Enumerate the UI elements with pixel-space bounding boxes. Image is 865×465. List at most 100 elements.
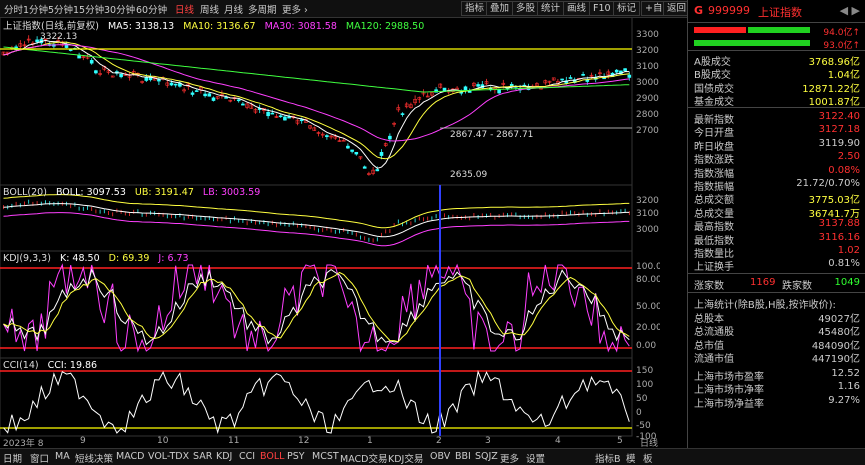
indicator-tab[interactable]: MACD交易	[340, 451, 387, 465]
stats-title: 上海统计(除B股,H股,按诈收价):	[694, 300, 836, 311]
cci-line	[3, 369, 630, 435]
indicator-tab[interactable]: SAR	[193, 451, 212, 462]
cci-value: CCI: 19.86	[47, 360, 98, 371]
period-tab[interactable]: 多周期	[248, 2, 277, 16]
toolbar-button[interactable]: 标记	[613, 1, 641, 16]
quote-row: 总市值 484090亿	[688, 337, 865, 352]
indicator-tab[interactable]: 设置	[526, 451, 545, 465]
date-tick: 2	[436, 436, 442, 446]
candle-body	[560, 78, 564, 81]
quote-row: 总股本 49027亿	[688, 310, 865, 325]
indicator-tab[interactable]: 短线决策	[75, 451, 113, 465]
up-value: 1169	[750, 277, 776, 288]
period-tab[interactable]: 30分钟	[104, 2, 135, 16]
y-tick: 0	[636, 408, 642, 418]
candle-body	[119, 73, 123, 78]
bottom-right-button[interactable]: 板	[643, 451, 653, 465]
ma30-label: MA30: 3081.58	[264, 21, 337, 32]
period-tab[interactable]: 15分钟	[73, 2, 104, 16]
indicator-tab[interactable]: 日期	[3, 451, 22, 465]
toolbar-button[interactable]: 画线	[563, 1, 591, 16]
quote-row: 指数涨幅 0.08%	[688, 164, 865, 180]
candle-body	[362, 166, 367, 169]
indicator-tab[interactable]: PSY	[287, 451, 305, 462]
low-label: 2635.09	[450, 170, 487, 180]
candle-body	[379, 152, 384, 156]
candle-body	[207, 93, 212, 97]
candle-body	[350, 149, 354, 152]
y-tick: 50.00	[636, 302, 660, 312]
y-tick: 3000	[636, 225, 659, 235]
ma30-line	[3, 44, 630, 142]
candle-body	[169, 82, 174, 86]
bottom-right-button[interactable]: 指标B	[595, 451, 621, 465]
candle-body	[287, 116, 291, 119]
quote-row: 流通市值 447190亿	[688, 350, 865, 365]
quote-row: 上海市场市盈率 12.52	[688, 368, 865, 383]
quote-row-value: 12.52	[831, 368, 860, 379]
indicator-tab[interactable]: MACD	[116, 451, 144, 462]
date-tick: 4	[555, 436, 561, 446]
period-tab[interactable]: 月线	[224, 2, 243, 16]
period-tab[interactable]: 60分钟	[136, 2, 167, 16]
down-value: 1049	[834, 277, 860, 288]
toolbar-button[interactable]: 统计	[537, 1, 565, 16]
main-panel-legend: 上证指数(日线,前复权) MA5: 3138.13 MA10: 3136.67 …	[3, 18, 430, 32]
candle-body	[203, 93, 207, 97]
toolbar-button[interactable]: 叠加	[486, 1, 514, 16]
toolbar-button[interactable]: F10	[589, 1, 615, 16]
indicator-tab[interactable]: KDJ	[216, 451, 232, 462]
buy-bar-green	[748, 27, 810, 33]
kdj-panel-legend: KDJ(9,3,3) K: 48.50 D: 69.39 J: 6.73	[3, 253, 195, 264]
date-tick: 1	[367, 436, 373, 446]
indicator-tab[interactable]: VOL-TDX	[148, 451, 189, 462]
indicator-tab[interactable]: KDJ交易	[388, 451, 423, 465]
indicator-tab[interactable]: BBI	[455, 451, 471, 462]
candle-body	[299, 119, 304, 122]
quote-row: 上海市场净益率 9.27%	[688, 394, 865, 410]
indicator-tab[interactable]: 更多	[500, 451, 519, 465]
y-tick: 3100	[636, 209, 659, 219]
toolbar-button[interactable]: 多股	[512, 1, 540, 16]
divider	[688, 292, 865, 293]
sell-bar-green	[694, 40, 810, 46]
date-tick: 9	[80, 436, 86, 446]
indicator-tab[interactable]: MA	[55, 451, 70, 462]
chart-area[interactable]: 3322.13 2635.09 2867.47 - 2867.71 3300 3200 3…	[0, 16, 668, 448]
indicator-tab[interactable]: OBV	[430, 451, 450, 462]
bottom-right-button[interactable]: 模	[626, 451, 636, 465]
chart-canvas[interactable]: 3322.13 2635.09 2867.47 - 2867.71 3300 3200 3…	[0, 16, 668, 448]
date-axis: 2023年 8 9 10 11 12 1 2 3 4 5 日线	[0, 436, 660, 449]
indicator-tab[interactable]: MCST	[312, 451, 339, 462]
quote-row: 总流通股 45480亿	[688, 323, 865, 338]
candle-body	[278, 115, 283, 118]
indicator-tab[interactable]: 窗口	[30, 451, 49, 465]
candle-body	[568, 77, 573, 79]
indicator-tab[interactable]: CCI	[239, 451, 255, 462]
period-tab[interactable]: 1分钟	[23, 2, 48, 16]
quote-row-value: 2.50	[837, 151, 860, 163]
mid-label: 2867.47 - 2867.71	[450, 130, 533, 140]
candle-body	[509, 83, 514, 87]
period-tab[interactable]: 周线	[200, 2, 219, 16]
candle-body	[266, 112, 270, 117]
period-tab[interactable]: 更多 ›	[282, 2, 308, 16]
quote-row-value: 9.27%	[828, 394, 860, 406]
nav-arrows-icon[interactable]: ◀ ▶	[840, 4, 860, 17]
indicator-tab[interactable]: BOLL	[260, 451, 284, 462]
candle-body	[581, 74, 585, 76]
toolbar-button[interactable]: 指标	[461, 1, 489, 16]
period-tab[interactable]: 5分钟	[48, 2, 73, 16]
quote-row: 总成交量 36741.7万	[688, 205, 865, 220]
boll-title: BOLL(20)	[3, 187, 47, 198]
buy-bar-red	[694, 27, 746, 33]
quote-row-value: 0.08%	[828, 164, 860, 176]
y-tick: 3000	[636, 78, 659, 88]
indicator-tab[interactable]: SQJZ	[475, 451, 498, 462]
quote-row-value: 3119.90	[818, 137, 860, 149]
ma5-label: MA5: 3138.13	[107, 21, 175, 32]
toolbar-button[interactable]: 返回	[663, 1, 691, 16]
kdj-panel-frame	[0, 250, 633, 359]
period-tab[interactable]: 分时	[4, 2, 23, 16]
period-tab[interactable]: 日线	[175, 2, 194, 16]
